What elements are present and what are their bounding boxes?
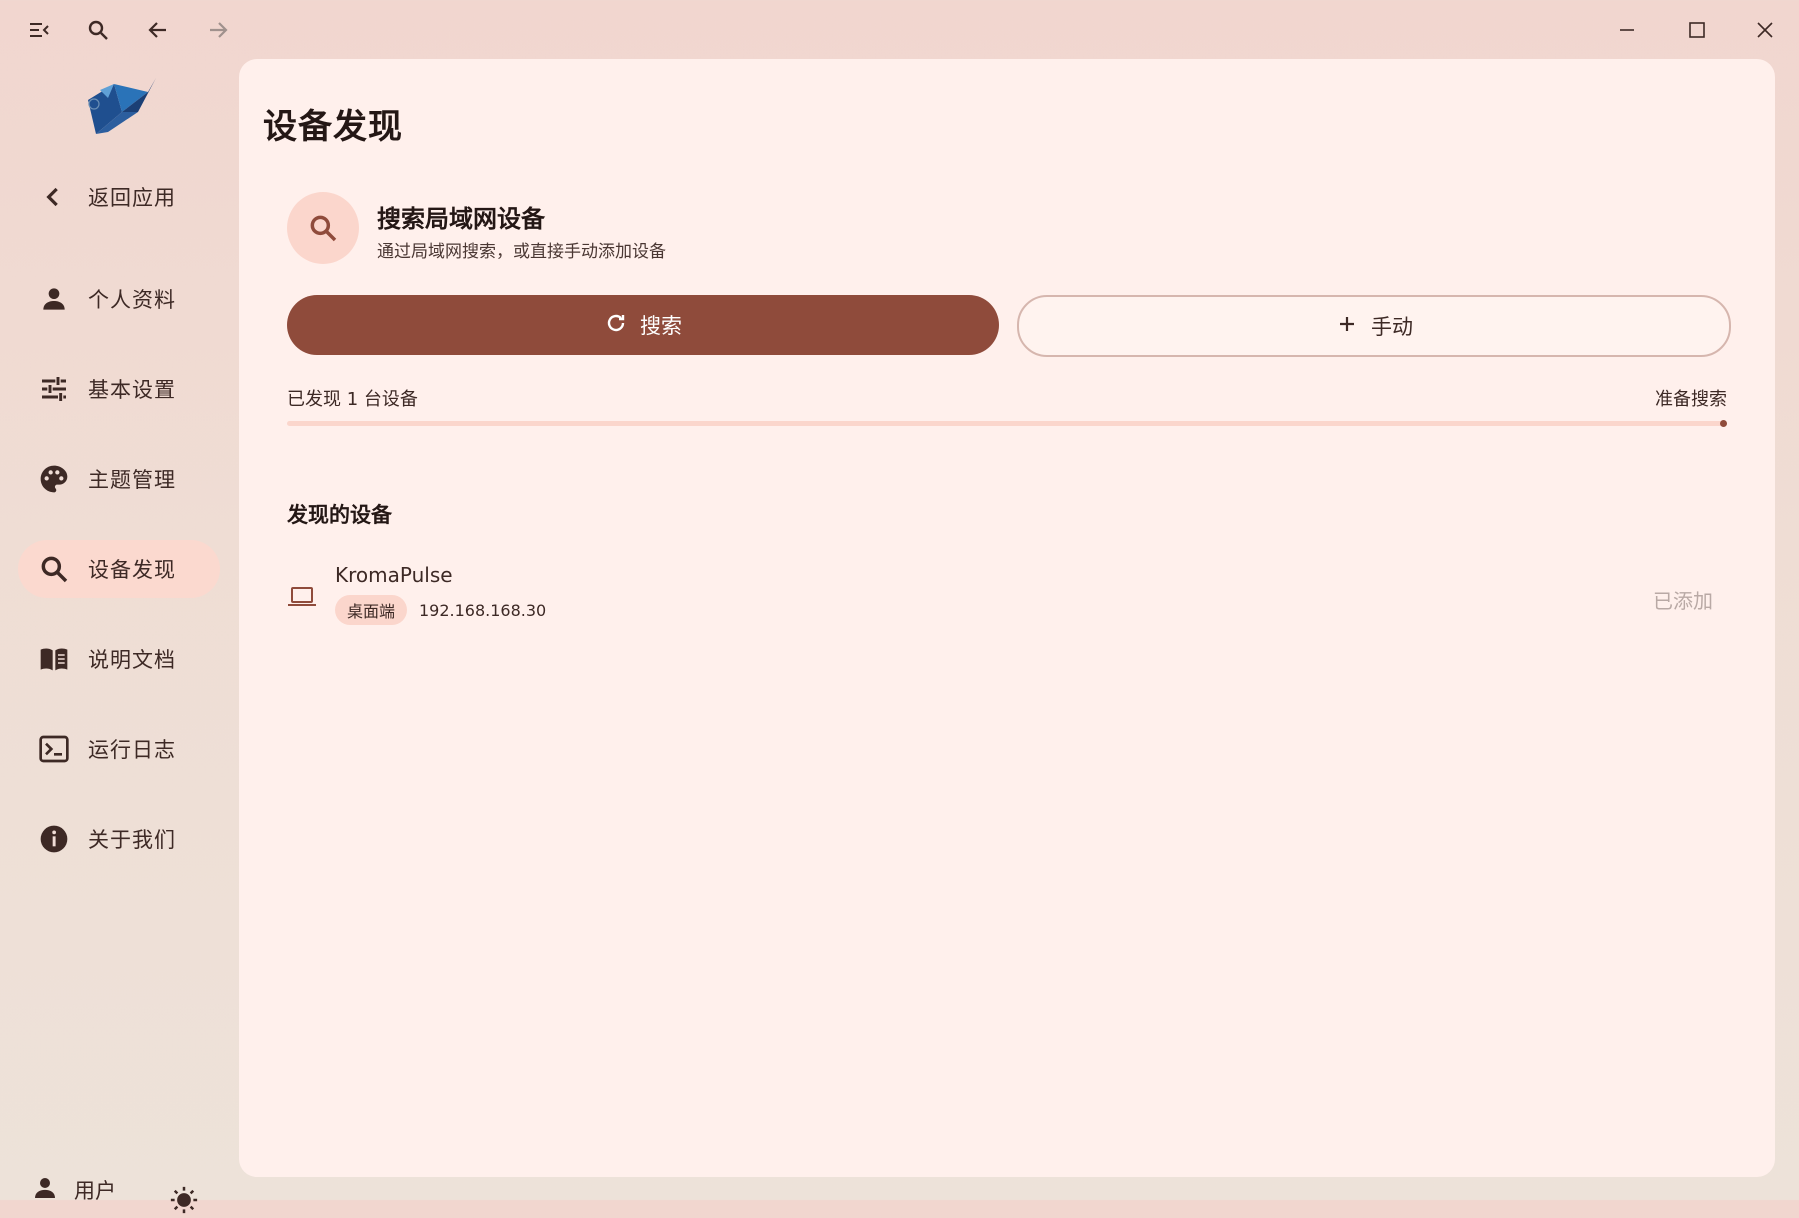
plus-icon bbox=[1335, 312, 1371, 341]
device-status: 已添加 bbox=[1653, 589, 1713, 613]
info-icon bbox=[34, 819, 74, 859]
device-type-badge: 桌面端 bbox=[335, 595, 408, 625]
person-icon bbox=[34, 279, 74, 319]
progress-fill bbox=[287, 421, 1727, 426]
sidebar-item-label: 说明文档 bbox=[88, 648, 176, 672]
user-label: 用户 bbox=[74, 1179, 116, 1203]
forward-arrow-icon[interactable] bbox=[201, 13, 235, 47]
tune-sliders-icon bbox=[34, 369, 74, 409]
maximize-icon[interactable] bbox=[1675, 12, 1719, 48]
device-ip: 192.168.168.30 bbox=[419, 601, 547, 620]
search-icon bbox=[34, 549, 74, 589]
chevron-left-icon bbox=[34, 177, 74, 217]
sun-icon[interactable] bbox=[166, 1182, 202, 1218]
palette-icon bbox=[34, 459, 74, 499]
title-bar bbox=[0, 0, 1799, 58]
search-icon[interactable] bbox=[81, 13, 115, 47]
sidebar-item-label: 基本设置 bbox=[88, 378, 176, 402]
progress-end-dot bbox=[1720, 420, 1727, 427]
main-panel: 设备发现 搜索局域网设备 通过局域网搜索，或直接手动添加设备 搜索 手动 已发现… bbox=[239, 59, 1775, 1177]
close-icon[interactable] bbox=[1743, 12, 1787, 48]
search-progress-bar bbox=[287, 420, 1727, 427]
app-logo bbox=[78, 76, 160, 140]
card-subtitle: 通过局域网搜索，或直接手动添加设备 bbox=[377, 242, 666, 262]
search-status: 准备搜索 bbox=[1655, 389, 1727, 410]
found-count: 已发现 1 台设备 bbox=[287, 389, 418, 410]
book-icon bbox=[34, 639, 74, 679]
menu-collapse-icon[interactable] bbox=[22, 13, 56, 47]
search-button[interactable]: 搜索 bbox=[287, 295, 999, 355]
laptop-icon bbox=[287, 581, 317, 611]
device-name: KromaPulse bbox=[335, 563, 453, 587]
sidebar-item-label: 主题管理 bbox=[88, 468, 176, 492]
sidebar-item-device-discovery[interactable]: 设备发现 bbox=[18, 540, 220, 598]
sidebar: 返回应用 个人资料 基本设置 主题管理 设备发现 说明文档 运行日志 关于我们 … bbox=[0, 58, 238, 1214]
sidebar-item-label: 个人资料 bbox=[88, 288, 176, 312]
sidebar-item-label: 返回应用 bbox=[88, 186, 176, 210]
user-profile-button[interactable]: 用户 bbox=[30, 1170, 116, 1210]
manual-add-button[interactable]: 手动 bbox=[1017, 295, 1731, 357]
manual-button-label: 手动 bbox=[1371, 315, 1413, 339]
sidebar-item-basic-settings[interactable]: 基本设置 bbox=[18, 360, 220, 418]
sidebar-item-about[interactable]: 关于我们 bbox=[18, 810, 220, 868]
sidebar-item-profile[interactable]: 个人资料 bbox=[18, 270, 220, 328]
search-icon bbox=[287, 192, 359, 264]
sidebar-item-docs[interactable]: 说明文档 bbox=[18, 630, 220, 688]
minimize-icon[interactable] bbox=[1605, 12, 1649, 48]
sidebar-item-back-to-app[interactable]: 返回应用 bbox=[18, 168, 220, 226]
person-icon bbox=[30, 1173, 60, 1207]
refresh-icon bbox=[604, 311, 640, 340]
sidebar-item-label: 运行日志 bbox=[88, 738, 176, 762]
sidebar-item-label: 设备发现 bbox=[88, 558, 176, 582]
sidebar-item-label: 关于我们 bbox=[88, 828, 176, 852]
section-title: 发现的设备 bbox=[287, 503, 392, 527]
terminal-icon bbox=[34, 729, 74, 769]
list-item[interactable]: KromaPulse 桌面端 192.168.168.30 已添加 bbox=[287, 559, 1727, 633]
search-button-label: 搜索 bbox=[640, 314, 682, 338]
sidebar-item-theme[interactable]: 主题管理 bbox=[18, 450, 220, 508]
sidebar-item-logs[interactable]: 运行日志 bbox=[18, 720, 220, 778]
back-arrow-icon[interactable] bbox=[141, 13, 175, 47]
card-title: 搜索局域网设备 bbox=[377, 205, 545, 233]
page-title: 设备发现 bbox=[263, 107, 403, 147]
